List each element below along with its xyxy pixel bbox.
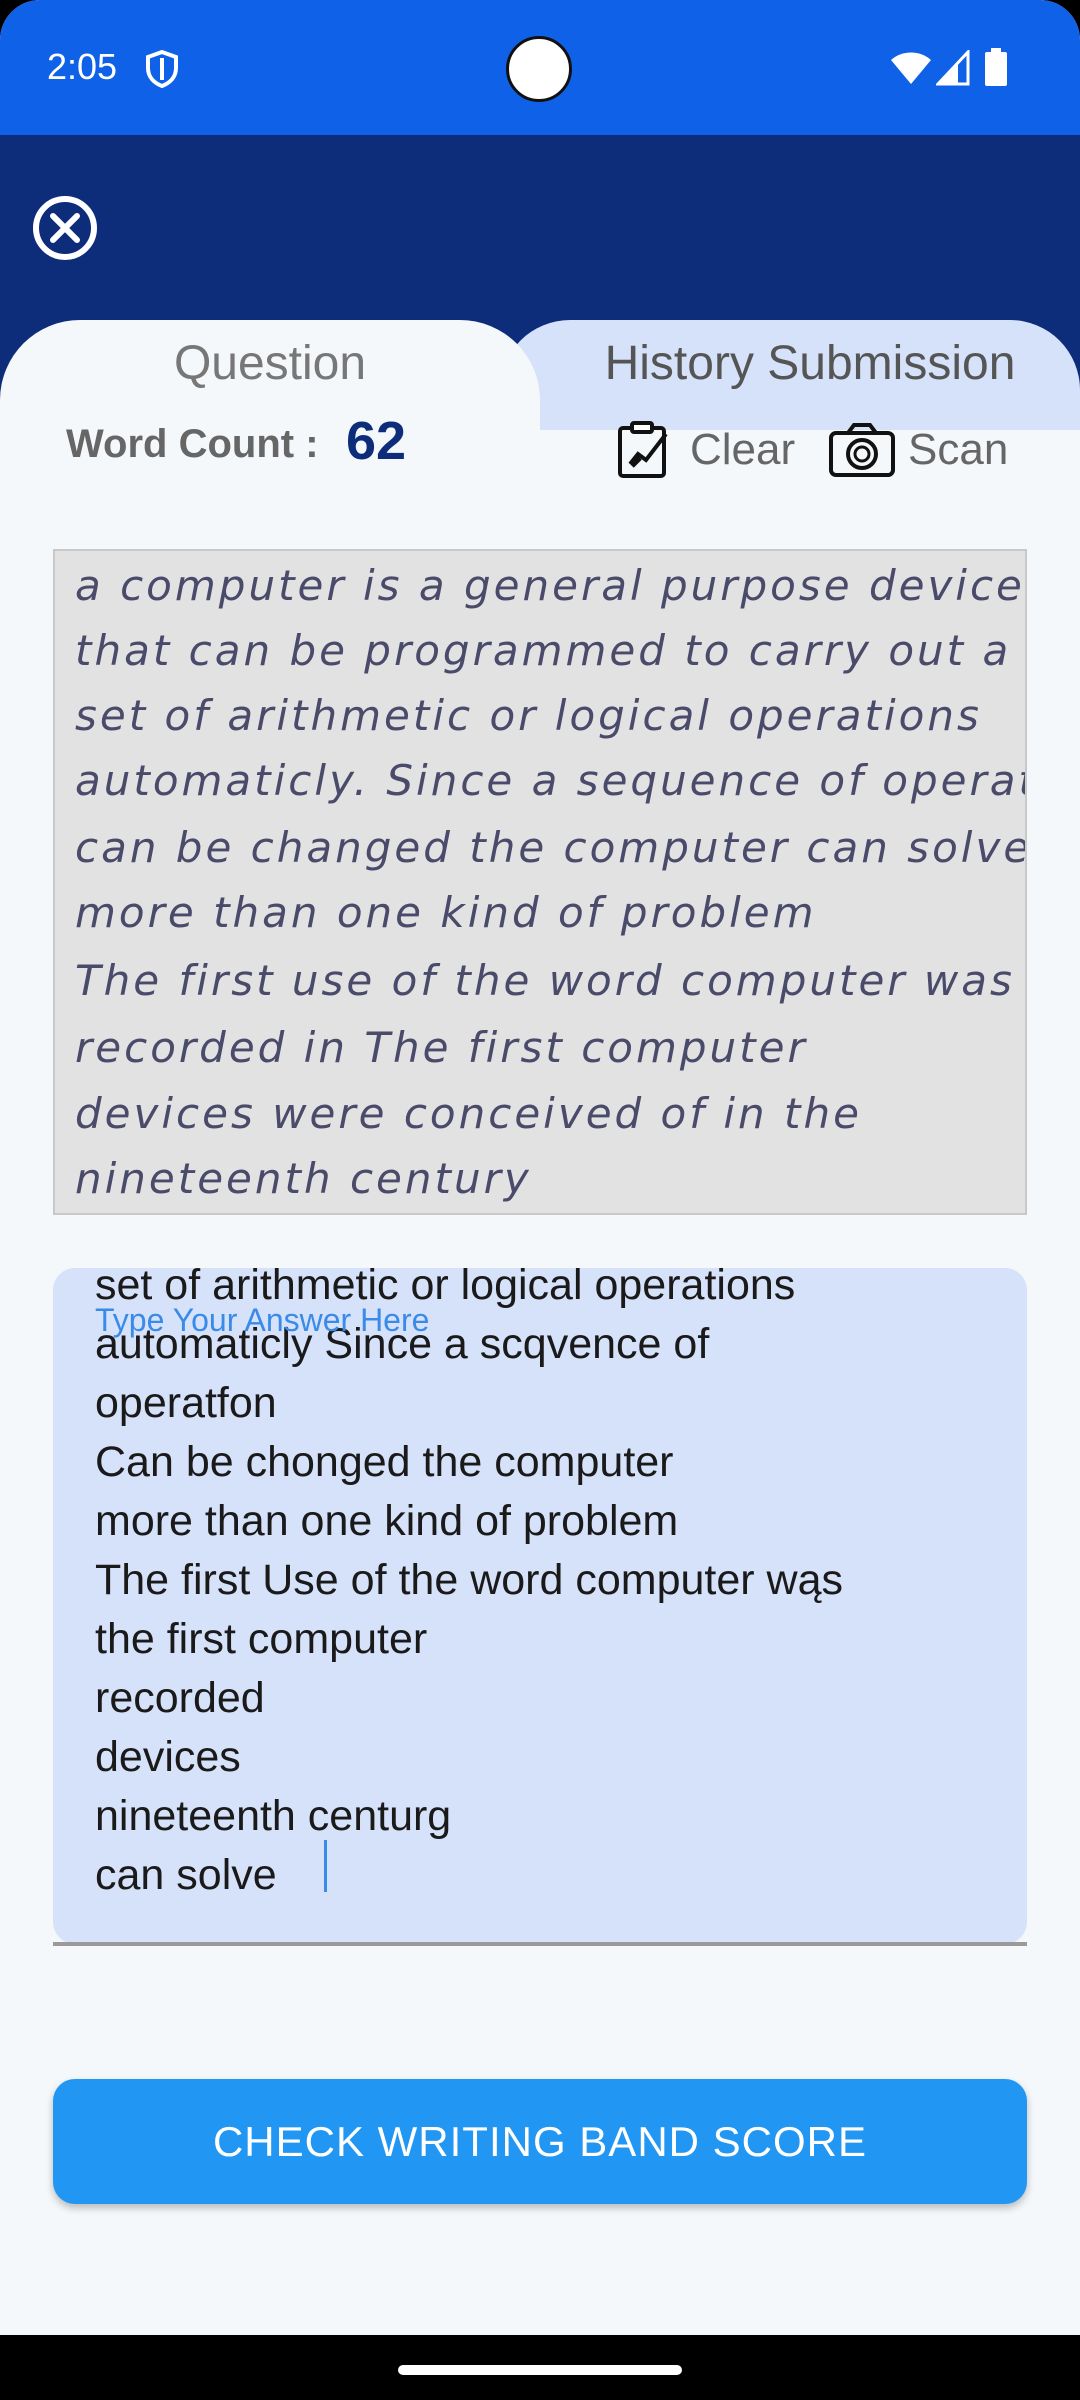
text-cursor [324,1840,327,1892]
answer-text: set of arithmetic or logical operations … [95,1268,844,1899]
home-indicator[interactable] [398,2365,682,2375]
status-bar: 2:05 [0,0,1080,135]
handwriting-line: can be changed the computer can solve [75,823,1027,872]
handwriting-line: recorded in The first computer [75,1023,808,1072]
word-count-value: 62 [346,411,407,471]
answer-underline [53,1942,1027,1946]
handwriting-line: automaticly. Since a sequence of operati… [75,756,1027,805]
camera-icon [829,423,895,477]
tab-question[interactable]: Question [0,336,540,391]
app-screen: 2:05 Question History Submission Word Co… [0,0,1080,2400]
check-writing-band-score-button[interactable]: CHECK WRITING BAND SCORE [53,2079,1027,2204]
status-time: 2:05 [47,46,118,87]
scan-button[interactable]: Scan [828,420,1008,480]
scanned-handwriting-image: a computer is a general purpose device t… [53,549,1027,1215]
clipboard-clear-icon [618,421,668,478]
handwriting-line: The first use of the word computer was [75,956,1015,1005]
scan-label: Scan [908,425,1009,474]
handwriting-line: more than one kind of problem [75,888,817,937]
clear-button[interactable]: Clear [616,420,795,480]
wifi-icon [891,52,931,84]
handwriting-line: devices were conceived of in the [75,1089,862,1138]
signal-icon [936,50,970,86]
clear-label: Clear [690,425,796,474]
shield-icon [146,50,178,88]
handwriting-line: that can be programmed to carry out a [75,626,1012,675]
handwriting-line: set of arithmetic or logical operations [75,691,982,740]
answer-placeholder: Type Your Answer Here [95,1302,430,1338]
battery-icon [985,48,1007,86]
tab-history-submission[interactable]: History Submission [540,336,1080,391]
answer-textarea[interactable]: Type Your Answer Here set of arithmetic … [53,1268,1027,1944]
front-camera [506,36,572,102]
close-icon[interactable] [32,195,98,261]
handwriting-line: a computer is a general purpose device [75,561,1025,610]
handwriting-line: nineteenth century [75,1154,532,1203]
word-count-label: Word Count : [66,422,319,466]
